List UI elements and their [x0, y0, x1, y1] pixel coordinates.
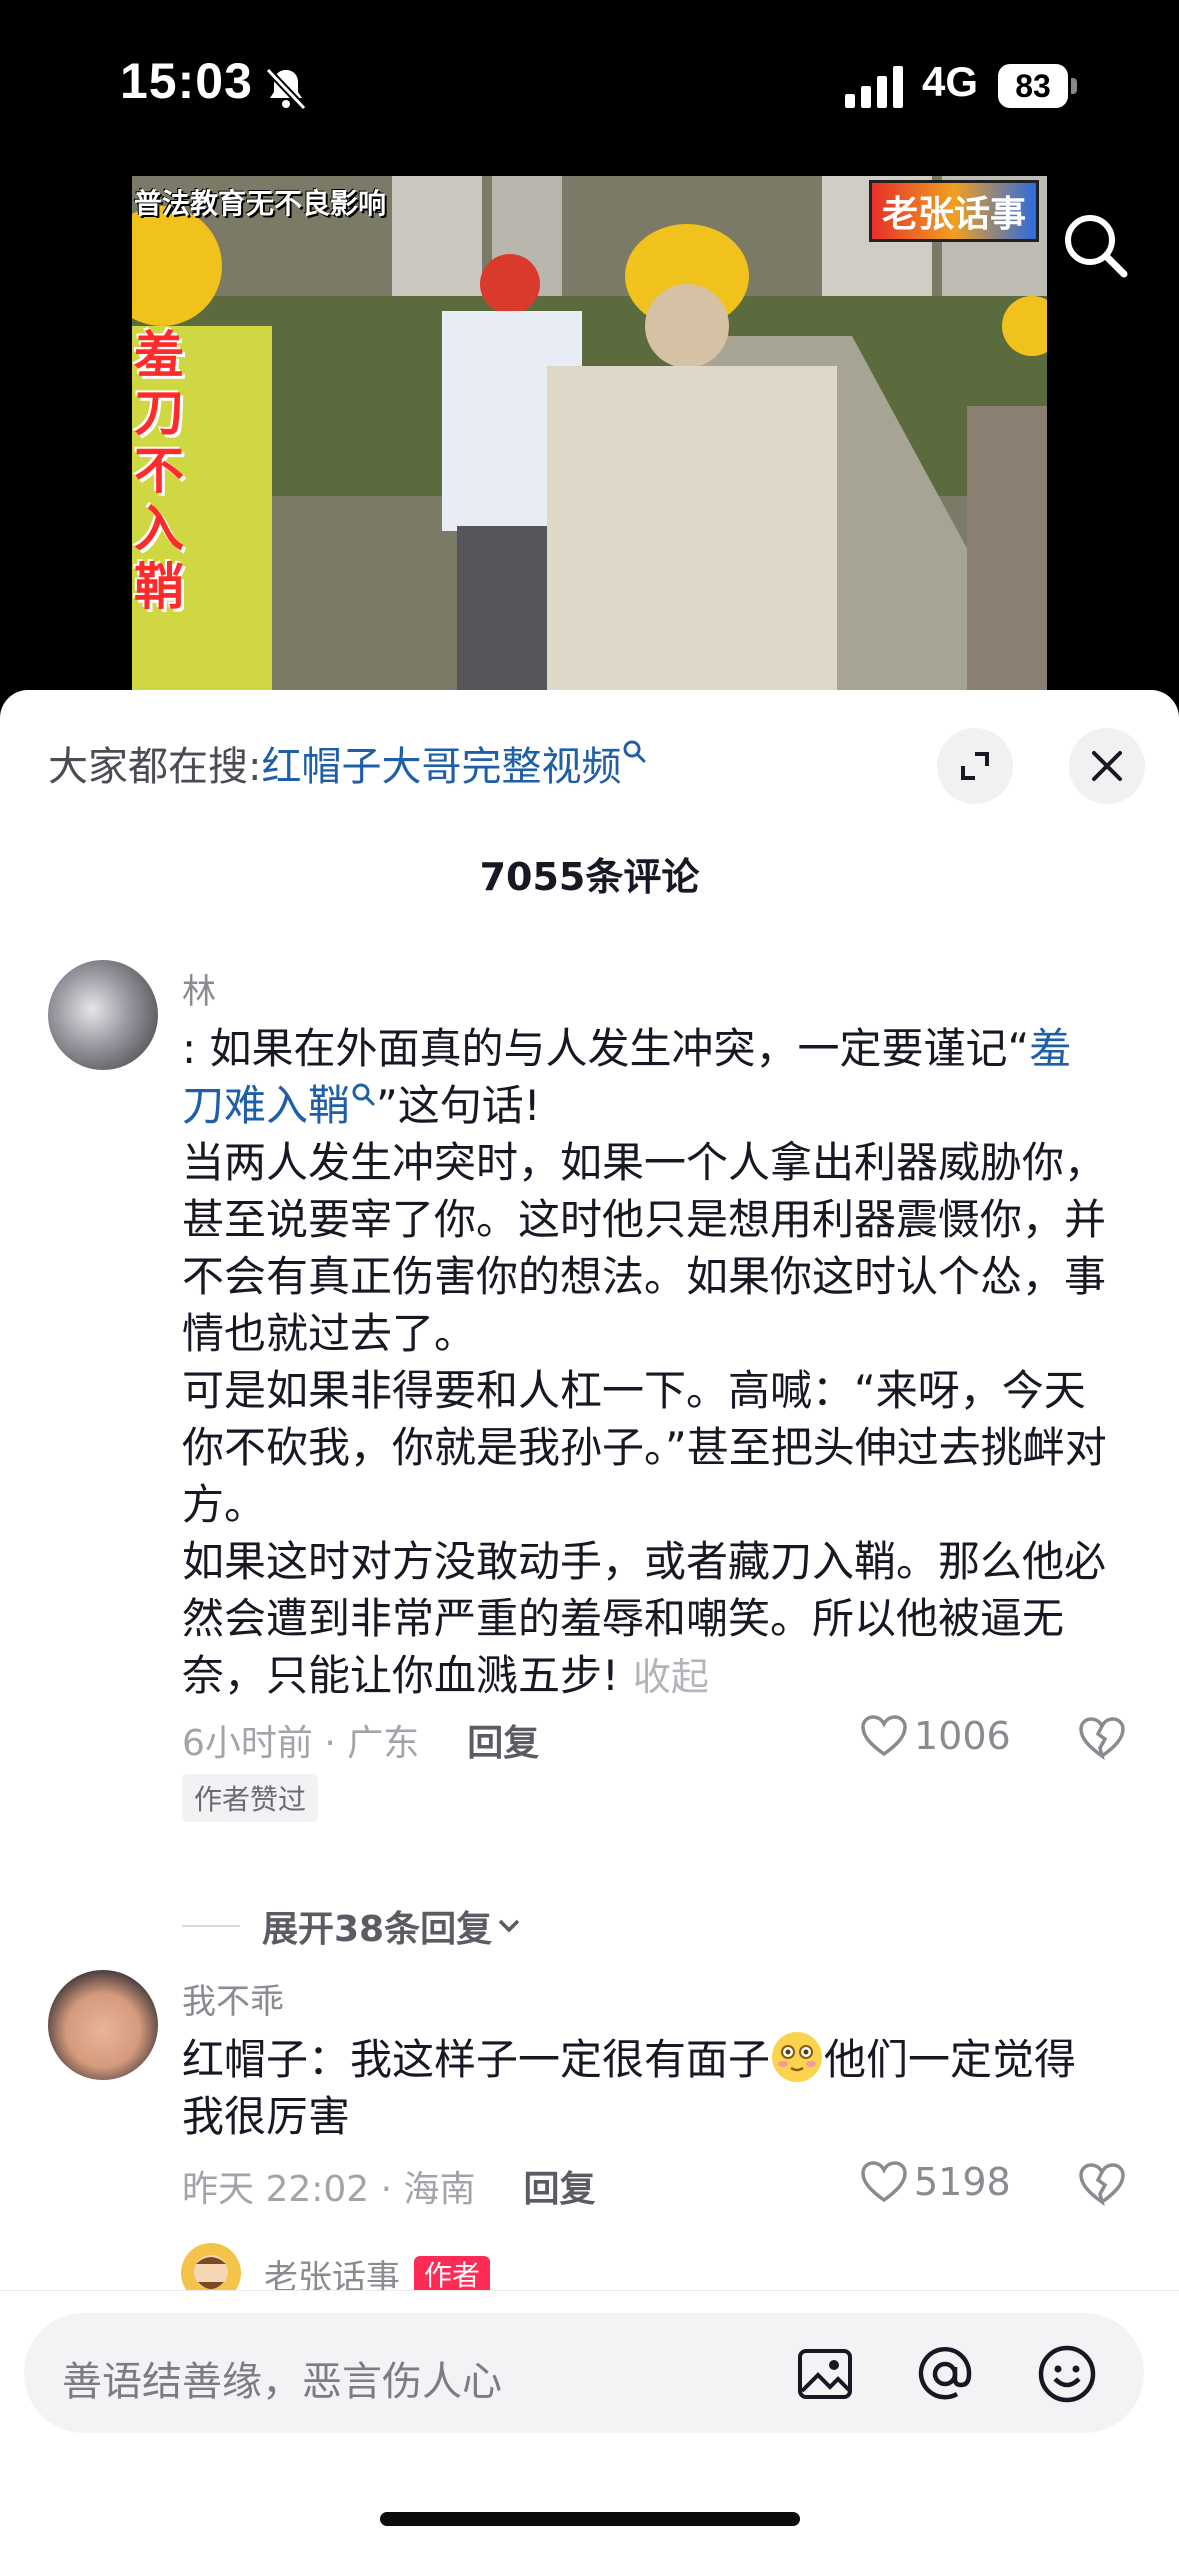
search-small-icon: [623, 740, 646, 763]
comment-input-placeholder: 善语结善缘，恶言伤人心: [62, 2359, 502, 2405]
comment-text[interactable]: 红帽子：我这样子一定很有面子 他们一定觉得我很厉害: [182, 2030, 1112, 2145]
video-side-caption: 羞刀不入鞘: [134, 326, 184, 616]
blushing-face-emoji: [772, 2032, 823, 2082]
broken-heart-icon[interactable]: [1078, 1716, 1126, 1760]
heart-icon: [861, 2161, 907, 2203]
image-icon[interactable]: [794, 2343, 856, 2405]
close-icon: [1092, 751, 1122, 781]
avatar[interactable]: [48, 1970, 158, 2080]
emoji-icon[interactable]: [1036, 2343, 1098, 2405]
comment-time-location: 6小时前 · 广东: [182, 1723, 420, 1764]
reply-button[interactable]: 回复: [467, 1723, 539, 1764]
comment-username[interactable]: 我不乖: [182, 1974, 284, 2023]
comment-text-part: 红帽子：我这样子一定很有面子: [182, 2035, 771, 2084]
like-count: 5198: [914, 2160, 1011, 2204]
like-button[interactable]: 5198: [860, 2160, 1011, 2204]
author-liked-badge: 作者赞过: [182, 1774, 319, 1822]
chevron-down-icon: [498, 1919, 520, 1933]
channel-logo: 老张话事: [868, 180, 1039, 242]
hot-search-link[interactable]: 大家都在搜:红帽子大哥完整视频: [48, 734, 647, 792]
comment-meta: 6小时前 · 广东 回复: [182, 1714, 539, 1766]
expand-replies-label: 展开38条回复: [262, 1909, 493, 1950]
comment-text-part: 当两人发生冲突时，如果一个人拿出利器威胁你，甚至说要宰了你。这时他只是想用利器震…: [182, 1138, 1107, 1358]
collapse-link[interactable]: 收起: [633, 1655, 709, 1699]
comment-username[interactable]: 林: [182, 964, 216, 1013]
search-small-icon: [352, 1083, 375, 1106]
broken-heart-icon[interactable]: [1078, 2162, 1126, 2206]
expand-replies-button[interactable]: 展开38条回复: [182, 1900, 526, 1952]
reply-button[interactable]: 回复: [524, 2169, 596, 2210]
bell-muted-icon: [265, 67, 307, 111]
mention-icon[interactable]: [914, 2343, 976, 2405]
heart-icon: [861, 1715, 907, 1757]
like-count: 1006: [914, 1714, 1011, 1758]
video-player[interactable]: 普法教育无不良影响 老张话事 羞刀不入鞘: [132, 176, 1047, 696]
comment-text-part: 可是如果非得要和人杠一下。高喊：“来呀，今天你不砍我，你就是我孙子。”甚至把头伸…: [182, 1366, 1107, 1529]
battery-level: 83: [998, 64, 1068, 108]
avatar[interactable]: [48, 960, 158, 1070]
expand-button[interactable]: [937, 728, 1013, 804]
status-bar: 15:03 4G 83: [0, 0, 1179, 170]
search-icon[interactable]: [1060, 210, 1130, 280]
comment-time-location: 昨天 22:02 · 海南: [182, 2169, 476, 2210]
cellular-signal-icon: [845, 66, 903, 108]
comment-meta: 昨天 22:02 · 海南 回复: [182, 2160, 596, 2212]
network-type: 4G: [922, 58, 979, 105]
like-button[interactable]: 1006: [860, 1714, 1011, 1758]
hot-search-term[interactable]: 红帽子大哥完整视频: [261, 744, 621, 790]
comment-text-part: : 如果在外面真的与人发生冲突，一定要谨记“: [182, 1024, 1030, 1073]
video-frame: [132, 176, 1047, 696]
comment-text[interactable]: : 如果在外面真的与人发生冲突，一定要谨记“羞刀难入鞘 ”这句话! 当两人发生冲突…: [182, 1020, 1112, 1706]
expand-icon: [961, 752, 989, 780]
comment-sheet: 大家都在搜:红帽子大哥完整视频 7055条评论 林 : 如果在外面真的与人发生冲…: [0, 690, 1179, 2556]
battery-icon: 83: [998, 64, 1078, 108]
divider: [182, 1925, 240, 1927]
comment-input[interactable]: 善语结善缘，恶言伤人心: [24, 2313, 1144, 2433]
video-top-caption: 普法教育无不良影响: [134, 187, 387, 220]
home-indicator[interactable]: [380, 2512, 800, 2526]
comment-text-part: ”这句话!: [376, 1081, 541, 1130]
comment-sheet-header: 大家都在搜:红帽子大哥完整视频 7055条评论: [0, 690, 1179, 899]
comment-count: 7055条评论: [479, 855, 700, 899]
hot-search-prefix: 大家都在搜:: [48, 744, 262, 790]
close-button[interactable]: [1069, 728, 1145, 804]
status-time: 15:03: [120, 53, 253, 109]
